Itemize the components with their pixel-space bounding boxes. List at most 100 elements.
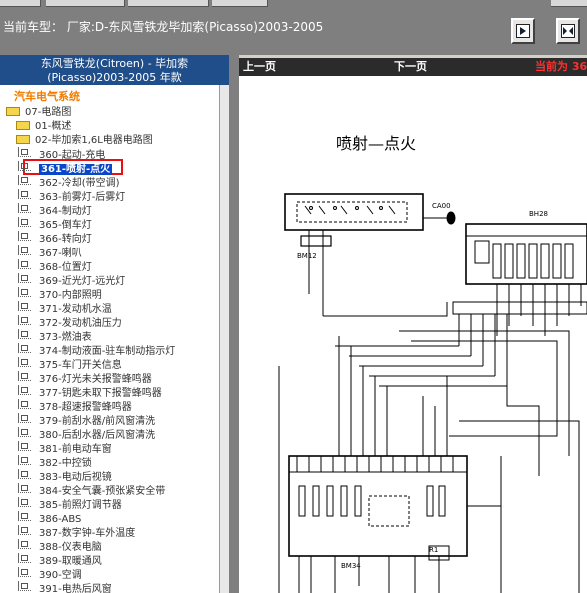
- tree-item-label: 375-车门开关信息: [39, 360, 122, 371]
- tree-item[interactable]: 363-前雾灯-后雾灯: [18, 189, 126, 203]
- document-icon: [18, 273, 31, 283]
- tree-folder-picasso-circuits[interactable]: 02-毕加索1,6L电器电路图: [16, 134, 153, 147]
- tree-item-label: 373-燃油表: [39, 332, 92, 343]
- tree-item[interactable]: 379-前刮水器/前风窗清洗: [18, 413, 155, 427]
- tree-item-label: 366-转向灯: [39, 234, 92, 245]
- document-icon: [18, 539, 31, 549]
- tree-item-label: 372-发动机油压力: [39, 318, 122, 329]
- vehicle-model-line2: (Picasso)2003-2005 年款: [47, 71, 182, 84]
- panel-splitter[interactable]: [229, 55, 239, 593]
- document-icon: [18, 483, 31, 493]
- tree-item-label: 388-仪表电脑: [39, 542, 102, 553]
- tree-folder-overview[interactable]: 01-概述: [16, 120, 71, 133]
- tree-item-label: 387-数字钟-车外温度: [39, 528, 136, 539]
- document-icon: [18, 441, 31, 451]
- tree-item-label: 361-喷射-点火: [39, 164, 113, 175]
- top-tab[interactable]: [0, 0, 41, 7]
- tree-item[interactable]: 367-喇叭: [18, 245, 82, 259]
- tree-item[interactable]: 389-取暖通风: [18, 553, 102, 567]
- tree-item[interactable]: 372-发动机油压力: [18, 315, 122, 329]
- document-icon: [18, 301, 31, 311]
- tree-item-label: 382-中控锁: [39, 458, 92, 469]
- tree-folder-label: 02-毕加索1,6L电器电路图: [35, 135, 153, 146]
- tree-item[interactable]: 361-喷射-点火: [18, 161, 113, 175]
- document-icon: [18, 385, 31, 395]
- tree-item[interactable]: 386-ABS: [18, 511, 81, 525]
- tree-item-label: 391-电热后风窗: [39, 584, 112, 593]
- tree-item[interactable]: 373-燃油表: [18, 329, 92, 343]
- tree-item-label: 362-冷却(带空调): [39, 178, 120, 189]
- document-icon: [18, 315, 31, 325]
- top-tab-strip: [0, 0, 587, 7]
- next-page-link[interactable]: 下一页: [394, 58, 427, 76]
- tree-item[interactable]: 388-仪表电脑: [18, 539, 102, 553]
- tree-item-label: 363-前雾灯-后雾灯: [39, 192, 126, 203]
- tree-item[interactable]: 362-冷却(带空调): [18, 175, 120, 189]
- document-icon: [18, 329, 31, 339]
- document-icon: [18, 343, 31, 353]
- tree-item[interactable]: 375-车门开关信息: [18, 357, 122, 371]
- document-icon: [18, 161, 31, 171]
- connector-label: BH28: [529, 210, 548, 218]
- document-icon: [18, 203, 31, 213]
- tree-item[interactable]: 370-内部照明: [18, 287, 102, 301]
- split-view-button[interactable]: [556, 18, 580, 44]
- tree-item[interactable]: 366-转向灯: [18, 231, 92, 245]
- tree-scrollbar[interactable]: [219, 85, 229, 593]
- document-icon: [18, 497, 31, 507]
- tree-folder-circuit-diagrams[interactable]: 07-电路图: [6, 106, 71, 119]
- tree-item[interactable]: 383-电动后视镜: [18, 469, 112, 483]
- document-icon: [18, 231, 31, 241]
- connector-label: BM34: [341, 562, 361, 570]
- tree-root-label[interactable]: 汽车电气系统: [14, 90, 80, 103]
- wiring-diagram-view[interactable]: 喷射—点火 CA00 BH28 BM34 BM12 R1: [239, 76, 587, 593]
- tree-item[interactable]: 369-近光灯-远光灯: [18, 273, 126, 287]
- tree-item-label: 381-前电动车窗: [39, 444, 112, 455]
- document-icon: [18, 287, 31, 297]
- document-icon: [18, 399, 31, 409]
- tree-item[interactable]: 391-电热后风窗: [18, 581, 112, 593]
- document-icon: [18, 175, 31, 185]
- vehicle-model-line1: 东风雪铁龙(Citroen) - 毕加索: [40, 57, 189, 70]
- tree-item[interactable]: 368-位置灯: [18, 259, 92, 273]
- tree-item-label: 384-安全气囊-预张紧安全带: [39, 486, 166, 497]
- connector-label: CA00: [432, 202, 451, 210]
- document-icon: [18, 217, 31, 227]
- top-tab[interactable]: [46, 0, 125, 7]
- tree-item-label: 360-起动-充电: [39, 150, 106, 161]
- folder-icon: [6, 107, 20, 116]
- document-icon: [18, 567, 31, 577]
- tree-item-label: 369-近光灯-远光灯: [39, 276, 126, 287]
- tree-item[interactable]: 360-起动-充电: [18, 147, 106, 161]
- tree-item[interactable]: 376-灯光未关报警蜂鸣器: [18, 371, 152, 385]
- tree-folder-label: 01-概述: [35, 121, 72, 132]
- top-tab[interactable]: [212, 0, 268, 7]
- tree-item[interactable]: 364-制动灯: [18, 203, 92, 217]
- tree-item[interactable]: 374-制动液面-驻车制动指示灯: [18, 343, 176, 357]
- top-tab[interactable]: [128, 0, 209, 7]
- tree-item[interactable]: 378-超速报警蜂鸣器: [18, 399, 132, 413]
- vehicle-model-header: 东风雪铁龙(Citroen) - 毕加索 (Picasso)2003-2005 …: [0, 55, 229, 85]
- tree-item-label: 385-前照灯调节器: [39, 500, 122, 511]
- tree-item[interactable]: 377-钥匙未取下报警蜂鸣器: [18, 385, 162, 399]
- tree-item-label: 371-发动机水温: [39, 304, 112, 315]
- tree-item[interactable]: 384-安全气囊-预张紧安全带: [18, 483, 166, 497]
- tree-item[interactable]: 382-中控锁: [18, 455, 92, 469]
- tree-item-label: 374-制动液面-驻车制动指示灯: [39, 346, 176, 357]
- tree-item[interactable]: 390-空调: [18, 567, 82, 581]
- connector-label: BM12: [297, 252, 317, 260]
- connector-label: R1: [429, 546, 438, 554]
- folder-icon: [16, 135, 30, 144]
- tree-item[interactable]: 380-后刮水器/后风窗清洗: [18, 427, 155, 441]
- tree-item[interactable]: 371-发动机水温: [18, 301, 112, 315]
- tree-item[interactable]: 381-前电动车窗: [18, 441, 112, 455]
- top-tab[interactable]: [551, 0, 587, 7]
- tree-item[interactable]: 365-倒车灯: [18, 217, 92, 231]
- align-right-button[interactable]: [511, 18, 535, 44]
- prev-page-link[interactable]: 上一页: [243, 58, 276, 76]
- tree-item[interactable]: 387-数字钟-车外温度: [18, 525, 136, 539]
- tree-item-label: 390-空调: [39, 570, 82, 581]
- tree-folder-label: 07-电路图: [25, 107, 72, 118]
- tree-item[interactable]: 385-前照灯调节器: [18, 497, 122, 511]
- document-icon: [18, 371, 31, 381]
